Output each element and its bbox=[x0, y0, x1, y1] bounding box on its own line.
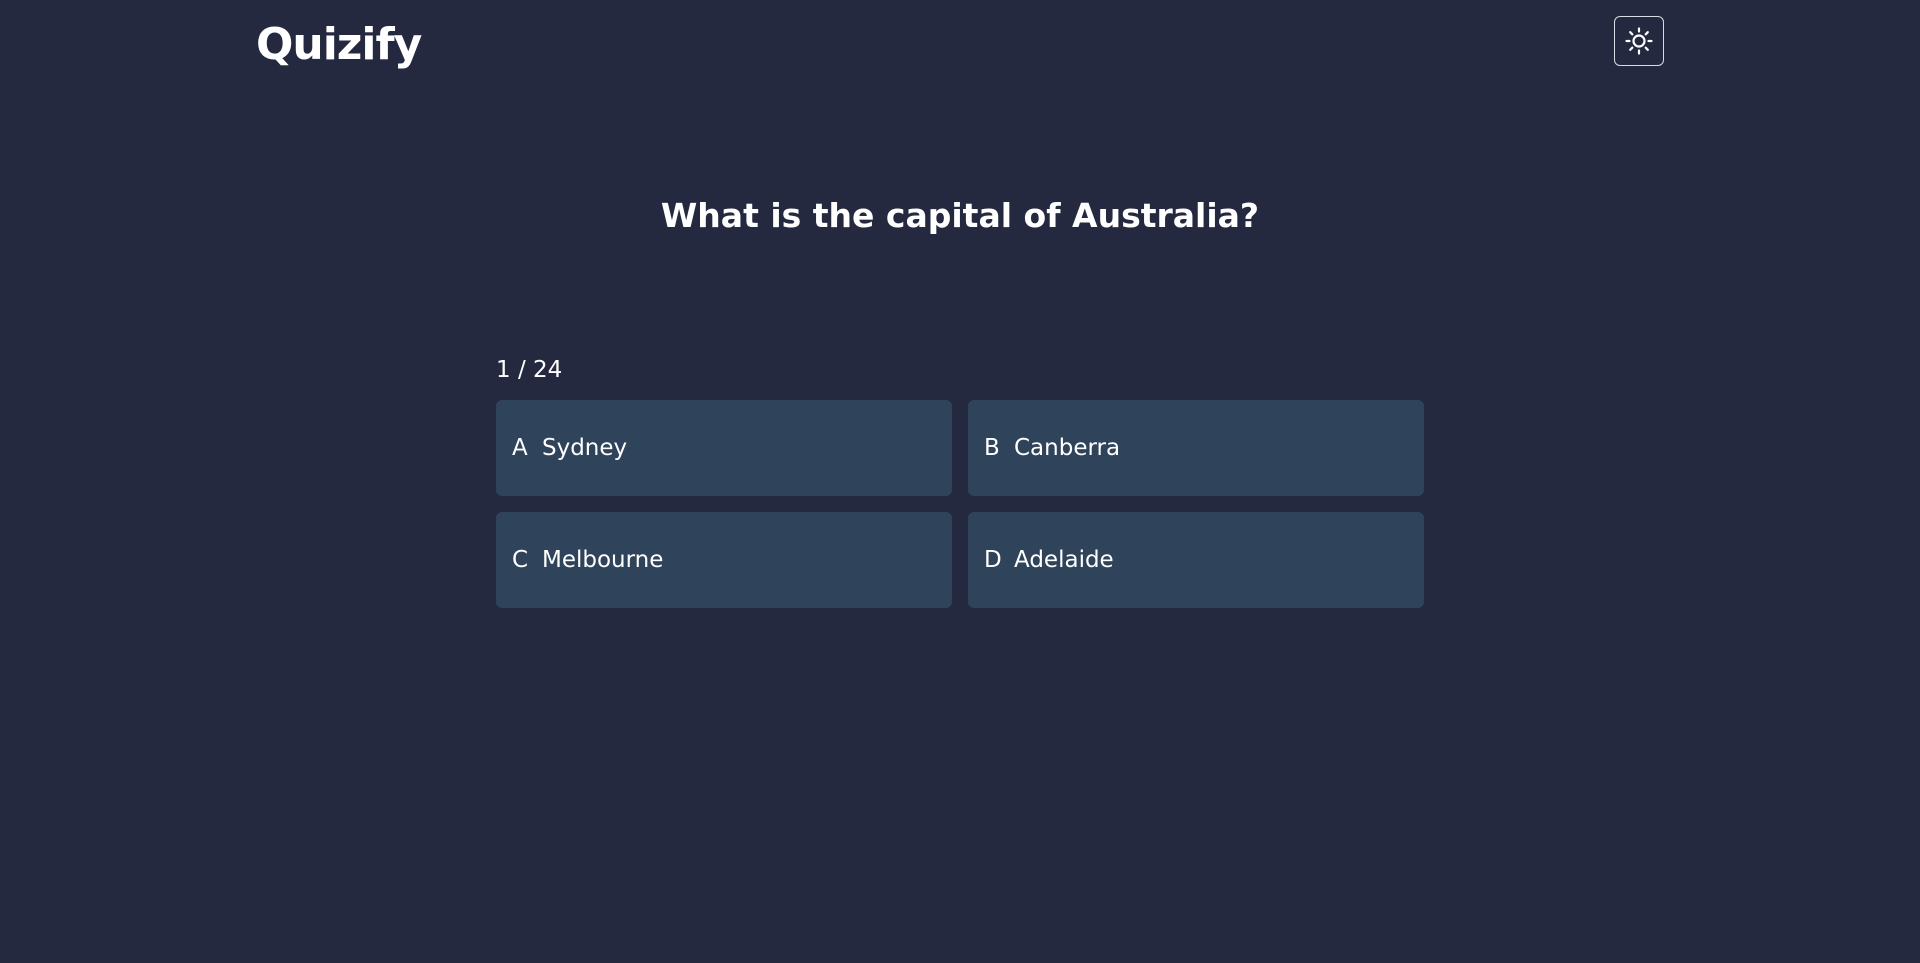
app-logo[interactable]: Quizify bbox=[256, 14, 422, 76]
quiz-page: Quizify What is the capital of Australia… bbox=[0, 0, 1920, 963]
answer-option-c[interactable]: C Melbourne bbox=[496, 512, 952, 608]
answer-option-a[interactable]: A Sydney bbox=[496, 400, 952, 496]
option-label: Sydney bbox=[542, 435, 628, 461]
option-label: Adelaide bbox=[1014, 547, 1114, 573]
question-progress: 1 / 24 bbox=[496, 357, 563, 383]
theme-toggle-button[interactable] bbox=[1614, 16, 1664, 66]
answer-option-b[interactable]: B Canberra bbox=[968, 400, 1424, 496]
option-letter: C bbox=[512, 547, 529, 573]
option-letter: B bbox=[984, 435, 1000, 461]
sun-icon bbox=[1625, 27, 1653, 55]
answer-option-d[interactable]: D Adelaide bbox=[968, 512, 1424, 608]
answer-options: A Sydney B Canberra C Melbourne D Adelai… bbox=[496, 400, 1424, 608]
quiz-panel: 1 / 24 A Sydney B Canberra C Melbourne D… bbox=[496, 352, 1424, 608]
option-letter: A bbox=[512, 435, 528, 461]
option-letter: D bbox=[984, 547, 1002, 573]
option-label: Canberra bbox=[1014, 435, 1121, 461]
option-label: Melbourne bbox=[542, 547, 664, 573]
question-text: What is the capital of Australia? bbox=[660, 196, 1260, 235]
